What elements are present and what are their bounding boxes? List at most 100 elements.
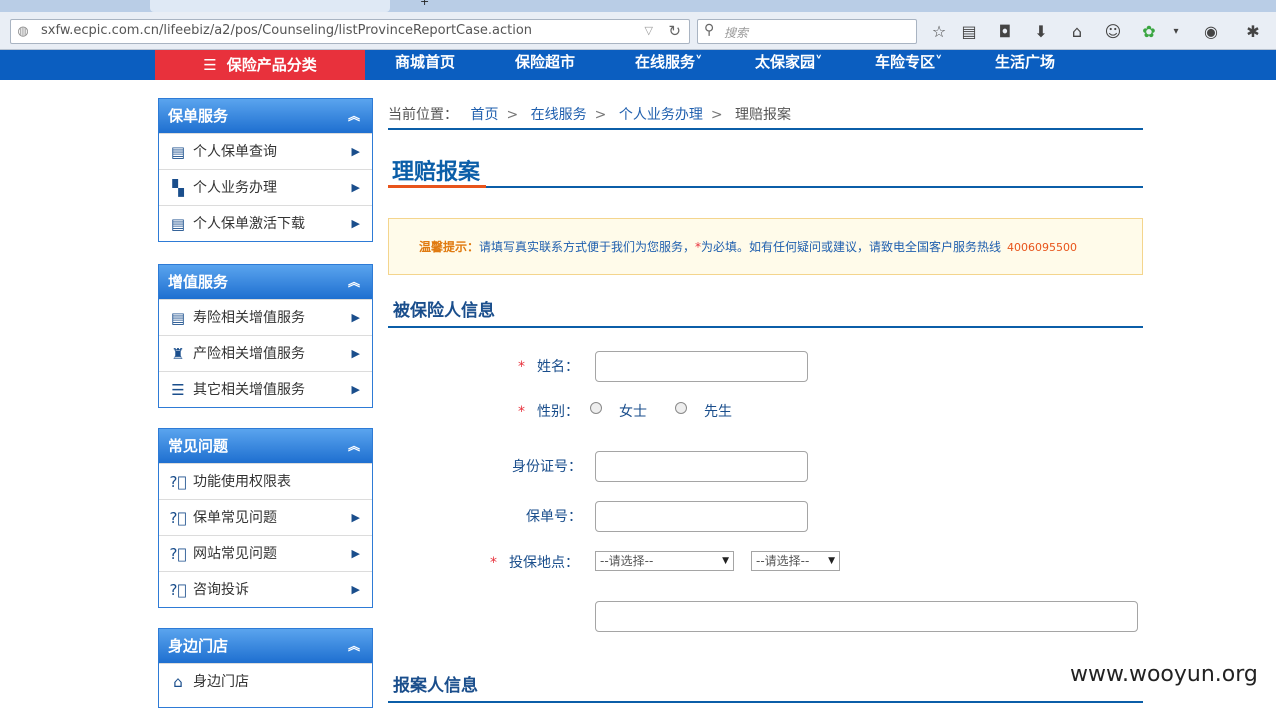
gender-radio-female[interactable] <box>590 402 602 414</box>
property-service-icon: ♜ <box>171 345 185 363</box>
sidebar-header[interactable]: 保单服务 ︽ <box>159 99 372 133</box>
browser-tab-active[interactable] <box>150 0 390 12</box>
profile-icon[interactable]: ◉ <box>1200 21 1222 43</box>
chevron-down-icon[interactable]: ▾ <box>1165 21 1187 43</box>
url-text: sxfw.ecpic.com.cn/lifeebiz/a2/pos/Counse… <box>41 23 533 38</box>
policy-number-input[interactable] <box>595 501 808 532</box>
chevron-right-icon: ▶ <box>351 511 360 524</box>
url-dropdown-icon[interactable]: ▽ <box>645 24 653 37</box>
sidebar-item-site-faq[interactable]: ?⃝ 网站常见问题 ▶ <box>159 535 372 571</box>
menu-icon[interactable]: ✱ <box>1242 21 1264 43</box>
page-title: 理赔报案 <box>392 160 481 185</box>
address-bar[interactable]: ◍ sxfw.ecpic.com.cn/lifeebiz/a2/pos/Coun… <box>10 19 690 44</box>
sidebar-header[interactable]: 常见问题 ︽ <box>159 429 372 463</box>
collapse-icon[interactable]: ︽ <box>348 265 360 299</box>
label-text: 姓名： <box>537 359 579 375</box>
sidebar-header[interactable]: 增值服务 ︽ <box>159 265 372 299</box>
city-select[interactable]: --请选择-- ▼ <box>751 551 840 571</box>
download-icon[interactable]: ⬇ <box>1030 21 1052 43</box>
sidebar-item-policy-activation[interactable]: ▤ 个人保单激活下载 ▶ <box>159 205 372 241</box>
policy-search-icon: ▤ <box>170 143 186 161</box>
chevron-right-icon: ▶ <box>351 547 360 560</box>
breadcrumb-link[interactable]: 在线服务 <box>531 107 587 123</box>
sidebar-item-label: 产险相关增值服务 <box>193 346 305 362</box>
home-icon[interactable]: ⌂ <box>1066 21 1088 43</box>
nav-item-life-plaza[interactable]: 生活广场 <box>995 50 1055 80</box>
sidebar-title: 增值服务 <box>168 273 229 291</box>
sidebar-item-label: 功能使用权限表 <box>193 474 291 490</box>
select-value: --请选择-- <box>756 554 810 568</box>
browser-search-input[interactable]: ⚲ 搜索 <box>697 19 917 44</box>
policy-download-icon: ▤ <box>170 215 186 233</box>
nav-item-auto[interactable]: 车险专区˅ <box>875 50 943 80</box>
required-mark: * <box>518 359 525 375</box>
breadcrumb-separator: > <box>710 107 723 123</box>
breadcrumb-current: 理赔报案 <box>735 107 792 123</box>
browser-tab[interactable] <box>0 0 140 12</box>
sidebar-stores: 身边门店 ︽ ⌂ 身边门店 <box>158 628 373 708</box>
sidebar-item-policy-faq[interactable]: ?⃝ 保单常见问题 ▶ <box>159 499 372 535</box>
product-category-button[interactable]: ☰ 保险产品分类 <box>155 50 365 80</box>
breadcrumb-link[interactable]: 个人业务办理 <box>619 107 703 123</box>
location-label: * 投保地点： <box>490 552 579 572</box>
sidebar-item-personal-business[interactable]: ▚ 个人业务办理 ▶ <box>159 169 372 205</box>
sidebar-item-policy-query[interactable]: ▤ 个人保单查询 ▶ <box>159 133 372 169</box>
sidebar-item-label: 网站常见问题 <box>193 546 277 562</box>
home-icon: ⌂ <box>173 673 183 691</box>
sidebar-value-added: 增值服务 ︽ ▤ 寿险相关增值服务 ▶ ♜ 产险相关增值服务 ▶ ☰ 其它相关增值服务 ▶ <box>158 264 373 408</box>
new-tab-button[interactable]: + <box>410 0 430 12</box>
sidebar-item-label: 身边门店 <box>193 674 249 690</box>
nav-item-online-service[interactable]: 在线服务˅ <box>635 50 703 80</box>
sidebar-item-other-services[interactable]: ☰ 其它相关增值服务 ▶ <box>159 371 372 407</box>
sidebar-title: 保单服务 <box>168 107 229 125</box>
province-select[interactable]: --请选择-- ▼ <box>595 551 734 571</box>
address-input[interactable] <box>595 601 1138 632</box>
nav-item-home-garden[interactable]: 太保家园˅ <box>755 50 823 80</box>
collapse-icon[interactable]: ︽ <box>348 629 360 663</box>
required-mark: * <box>518 404 525 420</box>
id-label: 身份证号： <box>512 459 582 475</box>
question-icon: ?⃝ <box>169 473 187 491</box>
category-label: 保险产品分类 <box>226 56 317 74</box>
gender-label: * 性别： <box>518 401 579 421</box>
bookmark-star-icon[interactable]: ☆ <box>928 21 950 43</box>
nav-item-home[interactable]: 商城首页 <box>395 50 455 80</box>
chat-icon[interactable]: ☺ <box>1102 21 1124 43</box>
page-title-bar: 理赔报案 <box>388 152 1143 188</box>
breadcrumb-link[interactable]: 首页 <box>470 107 498 123</box>
select-value: --请选择-- <box>600 554 654 568</box>
sidebar-item-property-services[interactable]: ♜ 产险相关增值服务 ▶ <box>159 335 372 371</box>
reload-icon[interactable]: ↻ <box>668 22 681 40</box>
question-icon: ?⃝ <box>169 545 187 563</box>
sidebar-item-nearby-store[interactable]: ⌂ 身边门店 <box>159 663 372 699</box>
nav-label: 太保家园 <box>755 53 816 71</box>
chevron-right-icon: ▶ <box>351 347 360 360</box>
browser-tabstrip: + <box>0 0 1276 12</box>
policy-label: 保单号： <box>526 509 582 525</box>
gender-radio-male[interactable] <box>675 402 687 414</box>
gender-option-label: 女士 <box>619 404 647 420</box>
name-label: * 姓名： <box>518 356 579 376</box>
collapse-icon[interactable]: ︽ <box>348 99 360 133</box>
sidebar-policy-services: 保单服务 ︽ ▤ 个人保单查询 ▶ ▚ 个人业务办理 ▶ ▤ 个人保单激活下载 ▶ <box>158 98 373 242</box>
nav-item-supermarket[interactable]: 保险超市 <box>515 50 575 80</box>
question-icon: ?⃝ <box>169 509 187 527</box>
name-input[interactable] <box>595 351 808 382</box>
label-text: 投保地点： <box>509 555 579 571</box>
required-mark: * <box>490 555 497 571</box>
extension-icon[interactable]: ✿ <box>1138 21 1160 43</box>
section-title-insured: 被保险人信息 <box>388 298 1143 328</box>
reading-list-icon[interactable]: ▤ <box>958 21 980 43</box>
chevron-right-icon: ▶ <box>351 217 360 230</box>
breadcrumb-separator: > <box>594 107 607 123</box>
notice-text: 为必填。如有任何疑问或建议，请致电全国客户服务热线 <box>701 240 1002 254</box>
sidebar-item-life-services[interactable]: ▤ 寿险相关增值服务 ▶ <box>159 299 372 335</box>
collapse-icon[interactable]: ︽ <box>348 429 360 463</box>
sidebar-item-label: 个人保单激活下载 <box>193 216 305 232</box>
sidebar-item-complaints[interactable]: ?⃝ 咨询投诉 ▶ <box>159 571 372 607</box>
sidebar-header[interactable]: 身边门店 ︽ <box>159 629 372 663</box>
sidebar-item-permissions[interactable]: ?⃝ 功能使用权限表 <box>159 463 372 499</box>
pocket-icon[interactable]: ◘ <box>994 21 1016 43</box>
id-number-input[interactable] <box>595 451 808 482</box>
chevron-right-icon: ▶ <box>351 311 360 324</box>
